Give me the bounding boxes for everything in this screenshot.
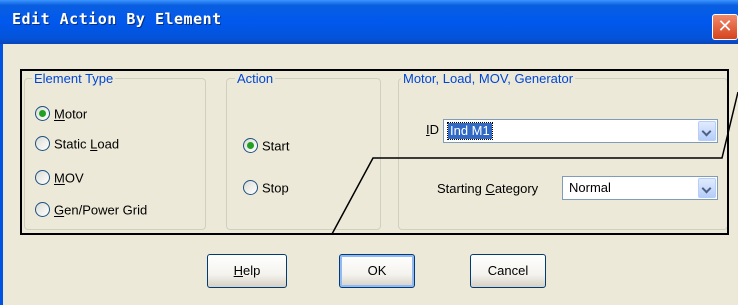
motor-load-group: Motor, Load, MOV, Generator [398,71,728,230]
chevron-down-icon[interactable] [698,121,716,141]
starting-category-value: Normal [569,180,611,195]
radio-gen-power-grid-indicator[interactable] [35,202,50,218]
radio-static-load-label: Static Load [54,136,120,152]
window-title: Edit Action By Element [12,10,222,28]
radio-stop-indicator[interactable] [243,180,258,196]
radio-static-load[interactable]: Static Load [35,135,119,153]
title-bar[interactable]: Edit Action By Element ✕ [0,0,738,44]
dialog-window: Edit Action By Element ✕ Element Type Mo… [0,0,738,305]
chevron-down-icon[interactable] [698,178,716,198]
cancel-button[interactable]: Cancel [470,254,546,288]
radio-mov-indicator[interactable] [35,170,50,186]
radio-static-load-indicator[interactable] [35,136,50,152]
radio-motor-indicator[interactable] [35,106,50,122]
window-frame-left [0,44,3,305]
motor-load-legend: Motor, Load, MOV, Generator [401,71,576,86]
radio-motor-label: Motor [54,106,88,122]
radio-stop-label: Stop [262,180,289,196]
radio-mov-label: MOV [54,170,84,186]
close-icon: ✕ [717,16,733,36]
id-label: ID [426,122,440,137]
id-select[interactable]: Ind M1 [443,119,718,143]
radio-gen-power-grid[interactable]: Gen/Power Grid [35,201,147,219]
id-select-value: Ind M1 [447,122,493,140]
radio-gen-power-grid-label: Gen/Power Grid [54,202,148,218]
radio-stop[interactable]: Stop [243,179,289,197]
help-button[interactable]: Help [207,254,287,288]
close-button[interactable]: ✕ [712,14,738,40]
starting-category-label: Starting Category [437,181,539,196]
element-type-legend: Element Type [32,71,116,86]
radio-start-label: Start [262,138,290,154]
radio-start[interactable]: Start [243,137,289,155]
starting-category-select[interactable]: Normal [562,176,718,200]
radio-start-indicator[interactable] [243,138,258,154]
radio-mov[interactable]: MOV [35,169,84,187]
action-legend: Action [235,71,276,86]
ok-button[interactable]: OK [339,254,415,288]
radio-motor[interactable]: Motor [35,105,87,123]
